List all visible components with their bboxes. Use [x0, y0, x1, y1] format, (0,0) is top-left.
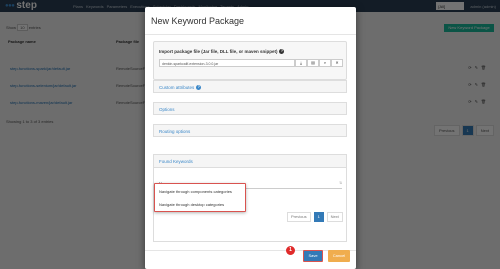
sort-icon[interactable]: ⇅ [339, 181, 342, 185]
options-section[interactable]: Options [153, 102, 347, 115]
found-keywords-header: Found Keywords [154, 155, 346, 168]
found-keywords-filter[interactable] [159, 171, 341, 177]
pager-page-1[interactable]: 1 [313, 212, 324, 222]
cancel-button[interactable]: Cancel [328, 250, 350, 262]
import-label: Import package file (Jar file, DLL file,… [159, 49, 278, 54]
found-keywords-pagination: Previous 1 Next [287, 212, 343, 222]
modal-title: New Keyword Package [151, 16, 245, 26]
help-icon[interactable]: ? [279, 49, 285, 54]
clear-icon[interactable]: ✕ [331, 59, 343, 67]
search-icon[interactable]: ⌕ [319, 59, 331, 67]
custom-attributes-label: Custom attributes [159, 84, 195, 90]
custom-attributes-section[interactable]: Custom attributes? [153, 80, 347, 93]
routing-options-label: Routing options [159, 128, 191, 134]
pager-next[interactable]: Next [326, 212, 343, 222]
found-keywords-list: Navigate through components categories N… [154, 183, 246, 212]
divider [145, 34, 356, 35]
found-keywords-title: Found Keywords [159, 159, 193, 164]
upload-icon[interactable]: ⤓ [295, 59, 307, 67]
divider [145, 250, 356, 251]
options-label: Options [159, 106, 175, 112]
routing-options-section[interactable]: Routing options [153, 124, 347, 137]
list-item[interactable]: Navigate through desktop categories [159, 202, 224, 207]
save-button[interactable]: Save [303, 250, 323, 262]
package-file-input[interactable]: denkin-sparkcalif-extension-3.0.0.jar [159, 59, 295, 67]
import-label-row: Import package file (Jar file, DLL file,… [159, 49, 285, 54]
import-package-panel: Import package file (Jar file, DLL file,… [153, 41, 347, 80]
list-item[interactable]: Navigate through components categories [159, 189, 232, 194]
pager-previous[interactable]: Previous [287, 212, 311, 222]
folder-icon[interactable]: ▤ [307, 59, 319, 67]
new-keyword-package-dialog: New Keyword Package Import package file … [145, 7, 356, 269]
info-icon[interactable]: ? [196, 84, 202, 90]
step-number-badge: 1 [286, 246, 295, 255]
